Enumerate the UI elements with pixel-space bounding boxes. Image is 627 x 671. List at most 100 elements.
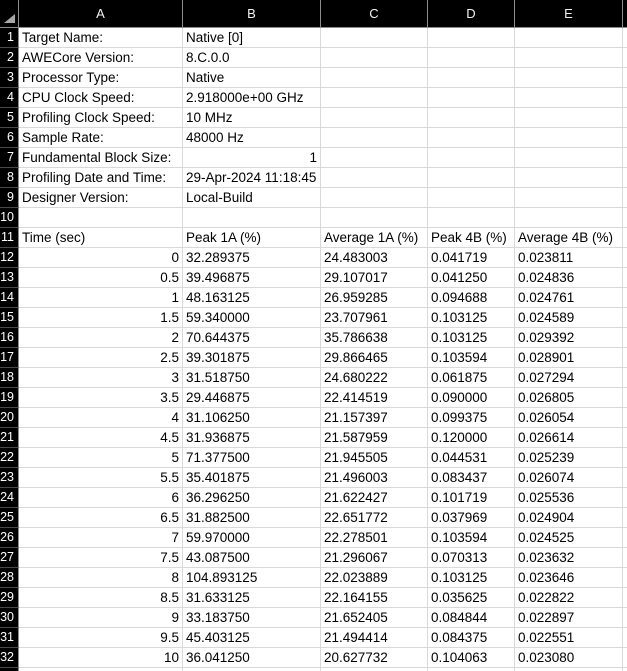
cell-B25[interactable]: 31.882500 [183,508,321,528]
row-header-29[interactable]: 29 [0,588,19,608]
cell-E30[interactable]: 0.022897 [515,608,623,628]
cell-A26[interactable]: 7 [19,528,183,548]
cell-C21[interactable]: 21.587959 [321,428,428,448]
row-header-27[interactable]: 27 [0,548,19,568]
cell-B21[interactable]: 31.936875 [183,428,321,448]
cell-D26[interactable]: 0.103594 [428,528,515,548]
cell-B12[interactable]: 32.289375 [183,248,321,268]
cell-D30[interactable]: 0.084844 [428,608,515,628]
row-header-8[interactable]: 8 [0,168,19,188]
cell-B13[interactable]: 39.496875 [183,268,321,288]
cell-B11[interactable]: Peak 1A (%) [183,228,321,248]
row-header-1[interactable]: 1 [0,28,19,48]
cell-D18[interactable]: 0.061875 [428,368,515,388]
row-header-23[interactable]: 23 [0,468,19,488]
row-header-20[interactable]: 20 [0,408,19,428]
cell-B29[interactable]: 31.633125 [183,588,321,608]
cell-A31[interactable]: 9.5 [19,628,183,648]
cell-B7[interactable]: 1 [183,148,321,168]
cell-E6[interactable] [515,128,623,148]
cell-E1[interactable] [515,28,623,48]
cell-E15[interactable]: 0.024589 [515,308,623,328]
row-header-31[interactable]: 31 [0,628,19,648]
cell-E4[interactable] [515,88,623,108]
cell-E13[interactable]: 0.024836 [515,268,623,288]
cell-A3[interactable]: Processor Type: [19,68,183,88]
row-header-5[interactable]: 5 [0,108,19,128]
cell-D20[interactable]: 0.099375 [428,408,515,428]
row-header-21[interactable]: 21 [0,428,19,448]
cell-E22[interactable]: 0.025239 [515,448,623,468]
row-header-15[interactable]: 15 [0,308,19,328]
cell-C3[interactable] [321,68,428,88]
cell-C31[interactable]: 21.494414 [321,628,428,648]
cell-D7[interactable] [428,148,515,168]
cell-D1[interactable] [428,28,515,48]
row-header-6[interactable]: 6 [0,128,19,148]
cell-A5[interactable]: Profiling Clock Speed: [19,108,183,128]
cell-A20[interactable]: 4 [19,408,183,428]
cell-A9[interactable]: Designer Version: [19,188,183,208]
cell-A6[interactable]: Sample Rate: [19,128,183,148]
row-header-30[interactable]: 30 [0,608,19,628]
cell-B9[interactable]: Local-Build [183,188,321,208]
row-header-19[interactable]: 19 [0,388,19,408]
cell-B20[interactable]: 31.106250 [183,408,321,428]
cell-D19[interactable]: 0.090000 [428,388,515,408]
row-header-22[interactable]: 22 [0,448,19,468]
row-header-12[interactable]: 12 [0,248,19,268]
cell-E27[interactable]: 0.023632 [515,548,623,568]
cell-C30[interactable]: 21.652405 [321,608,428,628]
cell-E32[interactable]: 0.023080 [515,648,623,668]
cell-D10[interactable] [428,208,515,228]
cell-D16[interactable]: 0.103125 [428,328,515,348]
cell-A4[interactable]: CPU Clock Speed: [19,88,183,108]
cell-D22[interactable]: 0.044531 [428,448,515,468]
cell-C10[interactable] [321,208,428,228]
cell-A10[interactable] [19,208,183,228]
cell-D3[interactable] [428,68,515,88]
cell-C14[interactable]: 26.959285 [321,288,428,308]
cell-A32[interactable]: 10 [19,648,183,668]
cell-E17[interactable]: 0.028901 [515,348,623,368]
cell-D11[interactable]: Peak 4B (%) [428,228,515,248]
cell-E11[interactable]: Average 4B (%) [515,228,623,248]
cell-E8[interactable] [515,168,623,188]
cell-C29[interactable]: 22.164155 [321,588,428,608]
cell-B4[interactable]: 2.918000e+00 GHz [183,88,321,108]
cell-E31[interactable]: 0.022551 [515,628,623,648]
cell-C32[interactable]: 20.627732 [321,648,428,668]
cell-C6[interactable] [321,128,428,148]
cell-D6[interactable] [428,128,515,148]
cell-C16[interactable]: 35.786638 [321,328,428,348]
cell-D9[interactable] [428,188,515,208]
cell-A14[interactable]: 1 [19,288,183,308]
cell-B3[interactable]: Native [183,68,321,88]
cell-B28[interactable]: 104.893125 [183,568,321,588]
row-header-2[interactable]: 2 [0,48,19,68]
cell-B14[interactable]: 48.163125 [183,288,321,308]
cell-B31[interactable]: 45.403125 [183,628,321,648]
cell-B18[interactable]: 31.518750 [183,368,321,388]
cell-C11[interactable]: Average 1A (%) [321,228,428,248]
cell-A15[interactable]: 1.5 [19,308,183,328]
cell-C2[interactable] [321,48,428,68]
cell-A30[interactable]: 9 [19,608,183,628]
cell-A23[interactable]: 5.5 [19,468,183,488]
row-header-17[interactable]: 17 [0,348,19,368]
cell-C13[interactable]: 29.107017 [321,268,428,288]
cell-B5[interactable]: 10 MHz [183,108,321,128]
cell-D4[interactable] [428,88,515,108]
cell-A29[interactable]: 8.5 [19,588,183,608]
cell-E20[interactable]: 0.026054 [515,408,623,428]
cell-E23[interactable]: 0.026074 [515,468,623,488]
cell-E16[interactable]: 0.029392 [515,328,623,348]
cell-E9[interactable] [515,188,623,208]
cell-B17[interactable]: 39.301875 [183,348,321,368]
cell-E28[interactable]: 0.023646 [515,568,623,588]
cell-E10[interactable] [515,208,623,228]
cell-A19[interactable]: 3.5 [19,388,183,408]
row-header-13[interactable]: 13 [0,268,19,288]
cell-C27[interactable]: 21.296067 [321,548,428,568]
cell-A21[interactable]: 4.5 [19,428,183,448]
